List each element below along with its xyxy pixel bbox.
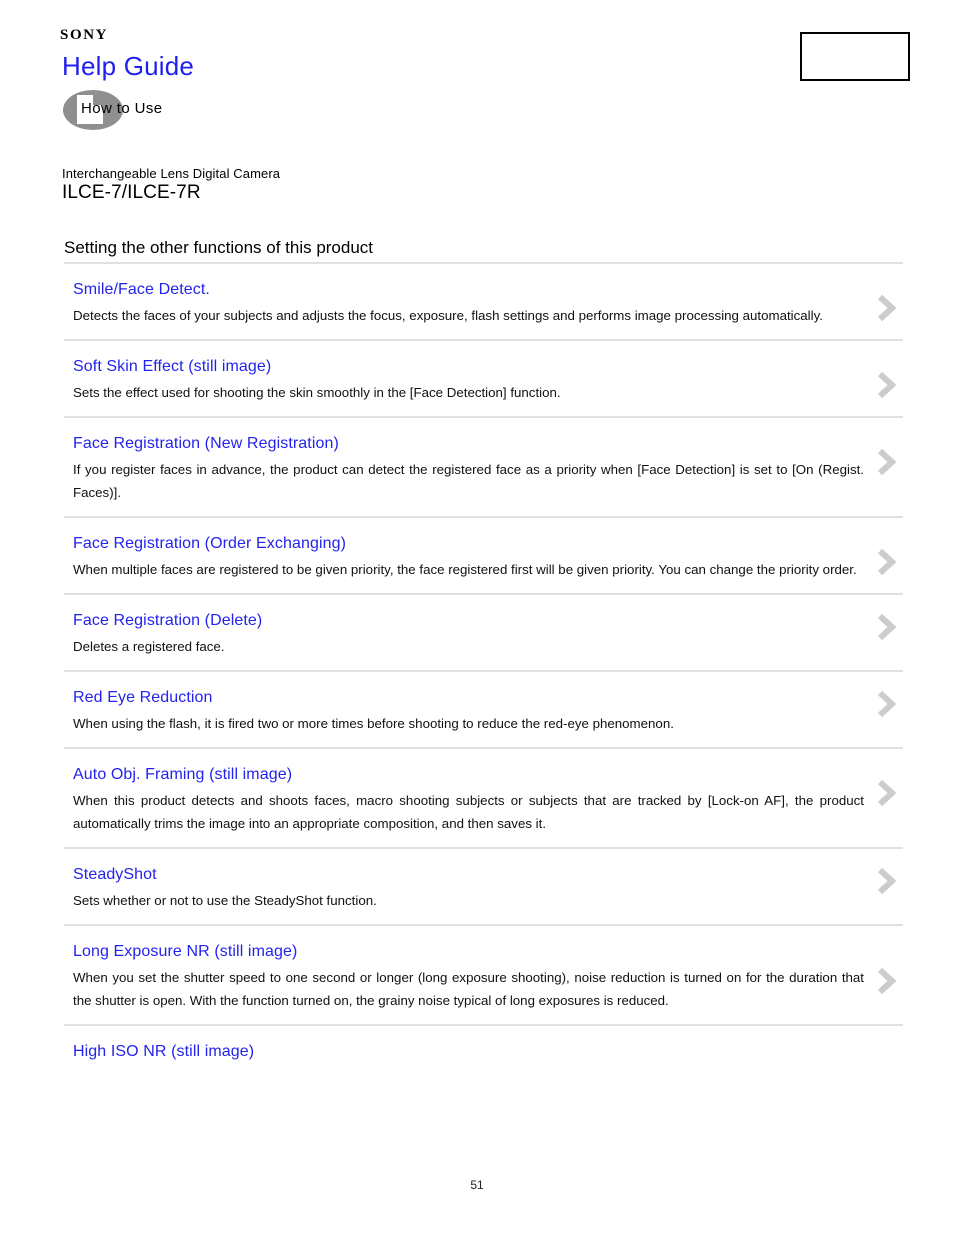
how-to-use-label: How to Use: [81, 100, 163, 117]
product-category: Interchangeable Lens Digital Camera: [62, 166, 281, 181]
product-model: ILCE-7/ILCE-7R: [62, 182, 201, 203]
topic-description: Detects the faces of your subjects and a…: [73, 308, 823, 323]
list-item[interactable]: Soft Skin Effect (still image) Sets the …: [64, 339, 903, 416]
page-number: 51: [470, 1178, 484, 1192]
topic-link[interactable]: Auto Obj. Framing (still image): [73, 765, 864, 785]
topic-link[interactable]: SteadyShot: [73, 865, 864, 885]
list-item[interactable]: Smile/Face Detect. Detects the faces of …: [64, 262, 903, 339]
list-item[interactable]: Red Eye Reduction When using the flash, …: [64, 670, 903, 747]
topic-link[interactable]: Soft Skin Effect (still image): [73, 357, 864, 377]
topic-description: When using the flash, it is fired two or…: [73, 716, 674, 731]
topic-link[interactable]: Face Registration (Delete): [73, 611, 864, 631]
topic-description: When you set the shutter speed to one se…: [73, 970, 864, 1008]
topic-link[interactable]: Red Eye Reduction: [73, 688, 864, 708]
list-item[interactable]: Face Registration (New Registration) If …: [64, 416, 903, 516]
topic-description: Sets the effect used for shooting the sk…: [73, 385, 561, 400]
chevron-right-icon[interactable]: [869, 687, 903, 721]
topic-description: Sets whether or not to use the SteadySho…: [73, 893, 377, 908]
list-item[interactable]: Face Registration (Delete) Deletes a reg…: [64, 593, 903, 670]
help-guide-title: Help Guide: [62, 51, 195, 81]
list-item[interactable]: SteadyShot Sets whether or not to use th…: [64, 847, 903, 924]
chevron-right-icon[interactable]: [869, 545, 903, 579]
topic-description: When this product detects and shoots fac…: [73, 793, 864, 831]
sony-logo: SONY: [60, 27, 109, 43]
chevron-right-icon[interactable]: [869, 610, 903, 644]
topic-description: Deletes a registered face.: [73, 639, 225, 654]
topic-description: When multiple faces are registered to be…: [73, 562, 857, 577]
header-corner-box: [800, 32, 910, 81]
chevron-right-icon[interactable]: [869, 964, 903, 998]
list-item[interactable]: High ISO NR (still image): [64, 1024, 903, 1078]
list-item[interactable]: Face Registration (Order Exchanging) Whe…: [64, 516, 903, 593]
chevron-right-icon[interactable]: [869, 368, 903, 402]
page-header: SONY Help Guide How to Use: [0, 0, 954, 150]
topic-link[interactable]: Long Exposure NR (still image): [73, 942, 864, 962]
chevron-right-icon[interactable]: [869, 864, 903, 898]
chevron-right-icon[interactable]: [869, 291, 903, 325]
topic-link[interactable]: Face Registration (Order Exchanging): [73, 534, 864, 554]
page-title: Setting the other functions of this prod…: [64, 238, 374, 257]
topic-link[interactable]: Smile/Face Detect.: [73, 280, 864, 300]
topic-link[interactable]: Face Registration (New Registration): [73, 434, 864, 454]
topic-description: If you register faces in advance, the pr…: [73, 462, 864, 500]
topic-list: Smile/Face Detect. Detects the faces of …: [64, 262, 903, 1078]
list-item[interactable]: Auto Obj. Framing (still image) When thi…: [64, 747, 903, 847]
chevron-right-icon[interactable]: [869, 776, 903, 810]
chevron-right-icon[interactable]: [869, 445, 903, 479]
list-item[interactable]: Long Exposure NR (still image) When you …: [64, 924, 903, 1024]
topic-link[interactable]: High ISO NR (still image): [73, 1042, 864, 1062]
